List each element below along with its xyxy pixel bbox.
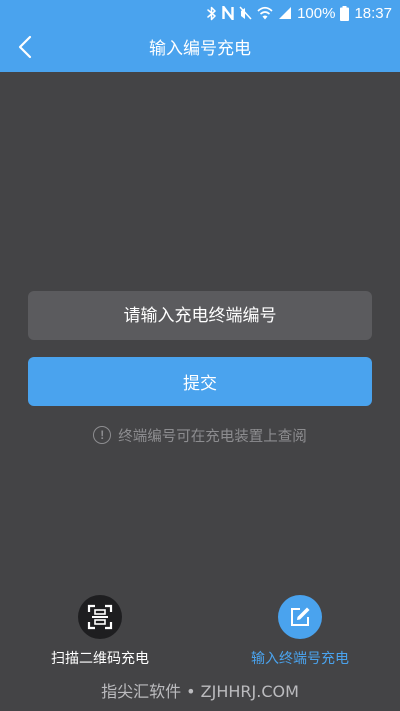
scan-qr-charge-label: 扫描二维码充电 bbox=[51, 651, 149, 667]
input-terminal-charge-label: 输入终端号充电 bbox=[251, 651, 349, 667]
nfc-icon bbox=[222, 6, 234, 20]
battery-icon bbox=[340, 5, 350, 21]
info-circle-icon: ! bbox=[93, 426, 112, 444]
wifi-icon bbox=[257, 6, 273, 20]
terminal-number-input[interactable] bbox=[28, 291, 372, 340]
battery-percent: 100% bbox=[297, 4, 336, 22]
qr-scan-icon bbox=[78, 595, 122, 639]
submit-button[interactable]: 提交 bbox=[28, 357, 372, 406]
scan-qr-charge-tab[interactable]: 扫描二维码充电 bbox=[30, 595, 170, 668]
status-icons: 100% 18:37 bbox=[207, 0, 392, 26]
status-bar: 100% 18:37 bbox=[0, 0, 400, 26]
clock: 18:37 bbox=[354, 4, 392, 22]
back-button[interactable] bbox=[8, 32, 42, 66]
cellular-signal-icon bbox=[278, 6, 292, 20]
chevron-left-icon bbox=[18, 35, 32, 63]
hint-row: ! 终端编号可在充电装置上查阅 bbox=[0, 423, 400, 447]
edit-icon bbox=[278, 595, 322, 639]
bluetooth-icon bbox=[207, 6, 217, 21]
watermark: 指尖汇软件 • ZJHHRJ.COM bbox=[101, 682, 299, 701]
hint-text: 终端编号可在充电装置上查阅 bbox=[118, 428, 307, 445]
input-terminal-charge-tab[interactable]: 输入终端号充电 bbox=[230, 595, 370, 668]
title-bar: 输入编号充电 bbox=[0, 26, 400, 72]
page-title: 输入编号充电 bbox=[149, 39, 251, 59]
mute-icon bbox=[239, 6, 252, 20]
